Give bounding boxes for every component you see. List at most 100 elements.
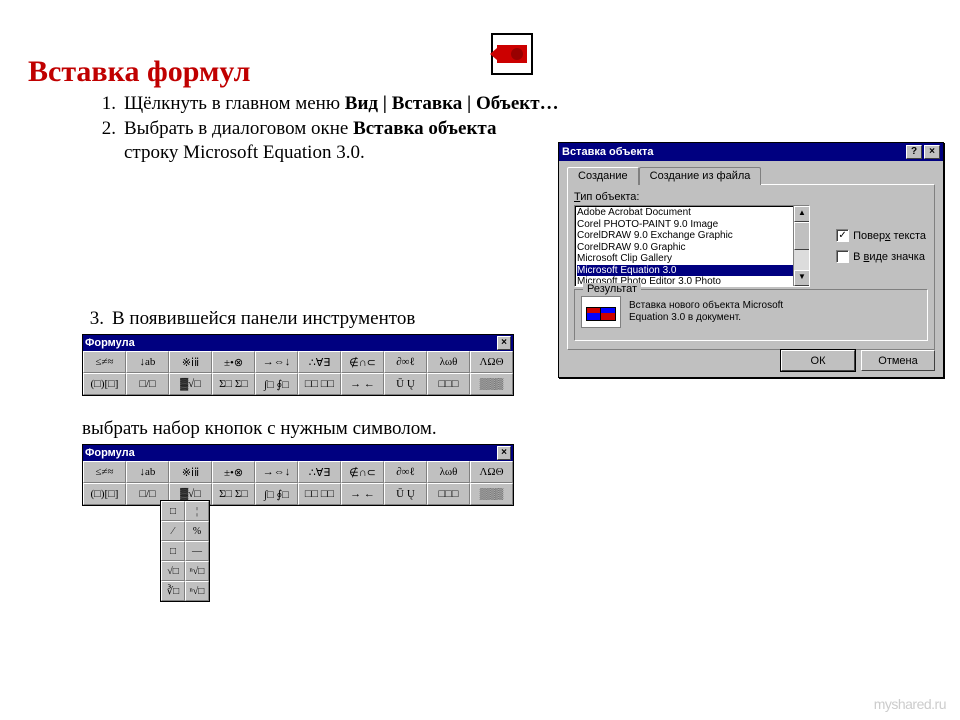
scroll-up-icon[interactable]: ▲ xyxy=(794,206,810,222)
step-1-bold: Вид | Вставка | Объект… xyxy=(345,93,559,114)
formula-toolbar-1: Формула × ≤≠≈↓ab※ⅰⅱ±•⊗→⇔↓∴∀∃∉∩⊂∂∞ℓλωθΛΩΘ… xyxy=(82,334,514,396)
step-2-bold: Вставка объекта xyxy=(353,118,496,139)
result-groupbox: Результат Вставка нового объекта Microso… xyxy=(574,289,928,341)
toolbar-button[interactable]: ≤≠≈ xyxy=(83,461,126,483)
close-icon[interactable]: × xyxy=(924,145,940,159)
toolbar-button[interactable]: (□)[□] xyxy=(83,483,126,505)
ok-button[interactable]: ОК xyxy=(781,350,855,371)
dropdown-button[interactable]: — xyxy=(185,541,209,561)
dropdown-button[interactable]: % xyxy=(185,521,209,541)
result-legend: Результат xyxy=(583,283,641,295)
toolbar-button[interactable]: □□□ xyxy=(427,373,470,395)
dialog-title: Вставка объекта xyxy=(562,146,654,158)
toolbar-button[interactable]: ±•⊗ xyxy=(212,351,255,373)
list-item[interactable]: Microsoft Equation 3.0 xyxy=(577,265,807,277)
toolbar-button[interactable]: → ← xyxy=(341,483,384,505)
result-text: Вставка нового объекта Microsoft Equatio… xyxy=(629,300,783,324)
dropdown-button[interactable]: ¦ xyxy=(185,501,209,521)
toolbar-button[interactable]: Ū Ų xyxy=(384,373,427,395)
list-item[interactable]: CorelDRAW 9.0 Graphic xyxy=(577,242,807,254)
step-2-text: Выбрать в диалоговом окне Вставка объект… xyxy=(124,117,496,166)
toolbar-button[interactable]: ∴∀∃ xyxy=(298,351,341,373)
toolbar-titlebar[interactable]: Формула × xyxy=(83,335,513,351)
list-item[interactable]: Adobe Acrobat Document xyxy=(577,207,807,219)
toolbar-button[interactable]: →⇔↓ xyxy=(255,461,298,483)
toolbar-button[interactable]: ≤≠≈ xyxy=(83,351,126,373)
toolbar-button[interactable]: ※ⅰⅱ xyxy=(169,351,212,373)
tab-create-from-file[interactable]: Создание из файла xyxy=(639,167,762,185)
insert-object-dialog: Вставка объекта ? × Создание Создание из… xyxy=(558,142,944,378)
toolbar-button[interactable]: → ← xyxy=(341,373,384,395)
scroll-thumb[interactable] xyxy=(794,222,810,250)
step-number: 3. xyxy=(82,308,104,330)
camera-icon xyxy=(497,45,527,63)
toolbar-button[interactable]: λωθ xyxy=(427,461,470,483)
toolbar-button[interactable]: ▒▒▒ xyxy=(470,373,513,395)
toolbar-button[interactable]: λωθ xyxy=(427,351,470,373)
toolbar-button[interactable]: □/□ xyxy=(126,373,169,395)
toolbar-button[interactable]: □□□ xyxy=(427,483,470,505)
dropdown-row: □¦ xyxy=(161,501,209,521)
toolbar-button[interactable]: ※ⅰⅱ xyxy=(169,461,212,483)
toolbar-titlebar[interactable]: Формула × xyxy=(83,445,513,461)
dropdown-row: □— xyxy=(161,541,209,561)
toolbar-row: (□)[□]□/□▓√□Σ□ Σ□∫□ ∮□□□ □□→ ←Ū Ų□□□▒▒▒ xyxy=(83,373,513,395)
list-item[interactable]: Corel PHOTO-PAINT 9.0 Image xyxy=(577,219,807,231)
help-icon[interactable]: ? xyxy=(906,145,922,159)
toolbar-button[interactable]: ∉∩⊂ xyxy=(341,351,384,373)
step-number: 1. xyxy=(90,92,116,117)
display-as-icon-checkbox[interactable]: В виде значка xyxy=(836,250,926,263)
toolbar-button[interactable]: Ū Ų xyxy=(384,483,427,505)
dropdown-button[interactable]: ⁄ xyxy=(161,521,185,541)
toolbar-button[interactable]: →⇔↓ xyxy=(255,351,298,373)
toolbar-button[interactable]: (□)[□] xyxy=(83,373,126,395)
dropdown-button[interactable]: □ xyxy=(161,541,185,561)
float-over-text-checkbox[interactable]: ✓ Поверх текста xyxy=(836,229,926,242)
steps-list: 1. Щёлкнуть в главном меню Вид | Вставка… xyxy=(90,92,559,166)
symbol-dropdown: □¦⁄%□—√□ⁿ√□∛□ⁿ√□ xyxy=(160,500,210,602)
scrollbar[interactable]: ▲ ▼ xyxy=(793,206,809,286)
toolbar-button[interactable]: ΛΩΘ xyxy=(470,461,513,483)
toolbar-row: ≤≠≈↓ab※ⅰⅱ±•⊗→⇔↓∴∀∃∉∩⊂∂∞ℓλωθΛΩΘ xyxy=(83,461,513,483)
tab-panel: Тип объекта: Adobe Acrobat DocumentCorel… xyxy=(567,184,935,350)
list-item[interactable]: Microsoft Clip Gallery xyxy=(577,253,807,265)
dropdown-button[interactable]: □ xyxy=(161,501,185,521)
toolbar-button[interactable]: ∉∩⊂ xyxy=(341,461,384,483)
toolbar-button[interactable]: ↓ab xyxy=(126,461,169,483)
toolbar-button[interactable]: ▓√□ xyxy=(169,373,212,395)
toolbar-button[interactable]: ↓ab xyxy=(126,351,169,373)
toolbar-button[interactable]: ▒▒▒ xyxy=(470,483,513,505)
tab-create-new[interactable]: Создание xyxy=(567,167,639,185)
toolbar-button[interactable]: ∫□ ∮□ xyxy=(255,373,298,395)
toolbar-title: Формула xyxy=(85,447,135,459)
toolbar-button[interactable]: Σ□ Σ□ xyxy=(212,373,255,395)
step-3a-row: 3. В появившейся панели инструментов xyxy=(82,308,415,330)
list-item[interactable]: CorelDRAW 9.0 Exchange Graphic xyxy=(577,230,807,242)
toolbar-button[interactable]: □□ □□ xyxy=(298,483,341,505)
object-type-listbox[interactable]: Adobe Acrobat DocumentCorel PHOTO-PAINT … xyxy=(574,205,810,287)
toolbar-button[interactable]: □□ □□ xyxy=(298,373,341,395)
step-1-prefix: Щёлкнуть в главном меню xyxy=(124,93,345,114)
checkbox-icon: ✓ xyxy=(836,229,849,242)
dropdown-button[interactable]: ∛□ xyxy=(161,581,185,601)
toolbar-row: ≤≠≈↓ab※ⅰⅱ±•⊗→⇔↓∴∀∃∉∩⊂∂∞ℓλωθΛΩΘ xyxy=(83,351,513,373)
dropdown-button[interactable]: ⁿ√□ xyxy=(185,561,209,581)
toolbar-button[interactable]: ∫□ ∮□ xyxy=(255,483,298,505)
toolbar-title: Формула xyxy=(85,337,135,349)
toolbar-button[interactable]: ∂∞ℓ xyxy=(384,351,427,373)
dropdown-button[interactable]: √□ xyxy=(161,561,185,581)
toolbar-button[interactable]: Σ□ Σ□ xyxy=(212,483,255,505)
toolbar-button[interactable]: ∂∞ℓ xyxy=(384,461,427,483)
cancel-button[interactable]: Отмена xyxy=(861,350,935,371)
dropdown-button[interactable]: ⁿ√□ xyxy=(185,581,209,601)
scroll-down-icon[interactable]: ▼ xyxy=(794,270,810,286)
toolbar-button[interactable]: ΛΩΘ xyxy=(470,351,513,373)
close-icon[interactable]: × xyxy=(497,446,511,460)
toolbar-button[interactable]: ±•⊗ xyxy=(212,461,255,483)
camera-badge[interactable] xyxy=(491,33,533,75)
close-icon[interactable]: × xyxy=(497,336,511,350)
dialog-titlebar[interactable]: Вставка объекта ? × xyxy=(559,143,943,161)
checkbox-label: В виде значка xyxy=(853,251,925,263)
checkbox-label: Поверх текста xyxy=(853,230,926,242)
toolbar-button[interactable]: ∴∀∃ xyxy=(298,461,341,483)
